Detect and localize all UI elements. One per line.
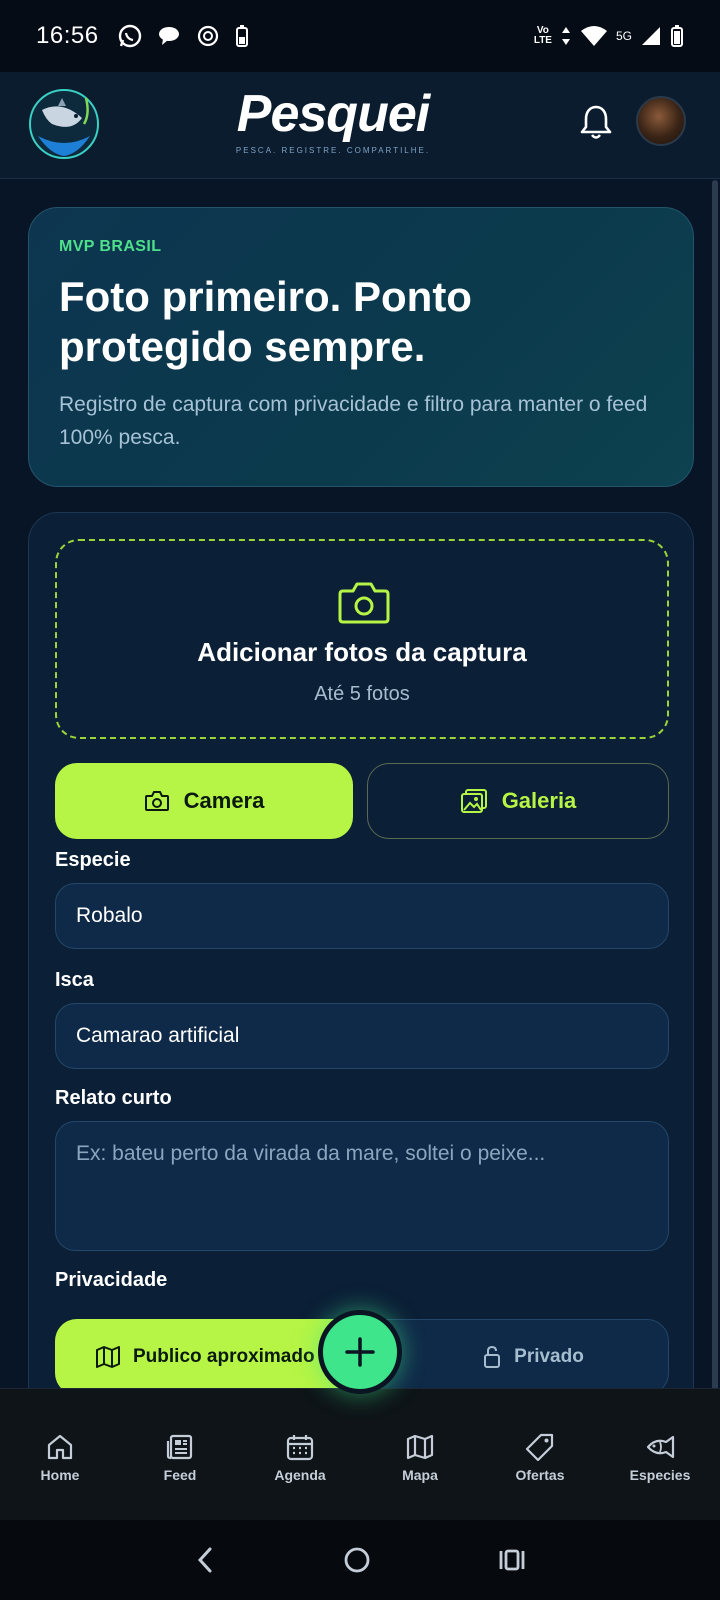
notifications-bell-icon[interactable] xyxy=(578,102,614,142)
nav-label: Especies xyxy=(629,1466,691,1483)
nav-item-mapa[interactable]: Mapa xyxy=(361,1433,479,1483)
camera-button-label: Camera xyxy=(183,788,265,813)
camera-icon xyxy=(144,791,169,811)
volte-indicator: Vo LTE xyxy=(533,25,552,46)
privacy-label: Privacidade xyxy=(55,1269,168,1291)
add-capture-fab[interactable] xyxy=(318,1310,402,1394)
map-icon xyxy=(96,1346,120,1368)
back-icon[interactable] xyxy=(193,1545,217,1575)
brand-name: Pesquei xyxy=(236,85,430,143)
nav-label: Agenda xyxy=(274,1466,326,1483)
fish-icon xyxy=(646,1435,675,1458)
hero-card: MVP BRASIL Foto primeiro. Ponto protegid… xyxy=(28,207,694,487)
app-logo-icon[interactable] xyxy=(28,84,100,164)
chat-icon xyxy=(158,27,179,45)
scrollbar[interactable] xyxy=(712,180,718,1390)
nav-label: Mapa xyxy=(402,1466,438,1483)
camera-button[interactable]: Camera xyxy=(55,763,353,839)
user-avatar[interactable] xyxy=(636,96,686,146)
system-navigation xyxy=(0,1520,720,1600)
lock-icon xyxy=(484,1345,501,1368)
battery-icon xyxy=(671,25,683,47)
privacy-private-label: Privado xyxy=(514,1346,584,1367)
nav-item-agenda[interactable]: Agenda xyxy=(241,1433,359,1483)
app-header: Pesquei PESCA. REGISTRE. COMPARTILHE. xyxy=(0,72,720,179)
hero-title: Foto primeiro. Ponto protegido sempre. xyxy=(59,273,472,370)
brand-tagline: PESCA. REGISTRE. COMPARTILHE. xyxy=(235,146,431,155)
report-label: Relato curto xyxy=(55,1087,172,1109)
recent-apps-icon[interactable] xyxy=(497,1545,527,1575)
map-icon xyxy=(406,1434,434,1459)
status-bar: 16:56 Vo LTE 5G xyxy=(0,0,720,72)
privacy-public-label: Publico aproximado xyxy=(133,1346,315,1367)
camera-icon xyxy=(338,582,390,624)
capture-form-card: Adicionar fotos da captura Até 5 fotos C… xyxy=(28,512,694,1432)
nav-label: Feed xyxy=(163,1466,197,1483)
upload-title: Adicionar fotos da captura xyxy=(197,637,527,667)
notification-icons xyxy=(117,23,249,49)
network-type: 5G xyxy=(615,29,632,43)
battery-saver-icon xyxy=(235,25,248,47)
hero-subtitle: Registro de captura com privacidade e fi… xyxy=(59,393,648,449)
species-label: Especie xyxy=(55,849,131,871)
wifi-icon xyxy=(580,26,607,46)
gallery-button-label: Galeria xyxy=(501,788,577,813)
system-status: Vo LTE 5G xyxy=(534,24,684,48)
nav-item-especies[interactable]: Especies xyxy=(601,1433,719,1483)
feed-icon xyxy=(166,1434,193,1459)
nav-label: Home xyxy=(40,1466,80,1483)
photo-upload-zone[interactable]: Adicionar fotos da captura Até 5 fotos xyxy=(55,539,669,739)
nav-label: Ofertas xyxy=(515,1466,565,1483)
nav-item-home[interactable]: Home xyxy=(1,1433,119,1483)
status-time: 16:56 xyxy=(36,22,99,49)
image-icon xyxy=(460,789,487,813)
signal-icon xyxy=(642,27,660,45)
tag-icon xyxy=(525,1433,554,1461)
openai-icon xyxy=(197,25,218,47)
brand: Pesquei PESCA. REGISTRE. COMPARTILHE. xyxy=(218,86,448,155)
calendar-icon xyxy=(286,1434,314,1460)
bait-field[interactable]: Camarao artificial xyxy=(55,1003,669,1069)
species-field[interactable]: Robalo xyxy=(55,883,669,949)
bottom-nav: Home Feed Agenda Mapa Ofertas Especies xyxy=(0,1388,720,1520)
privacy-private-option[interactable]: Privado xyxy=(357,1319,669,1395)
home-circle-icon[interactable] xyxy=(342,1545,372,1575)
data-arrows-icon xyxy=(561,27,570,45)
report-textarea[interactable]: Ex: bateu perto da virada da mare, solte… xyxy=(55,1121,669,1251)
bait-label: Isca xyxy=(55,969,94,991)
home-icon xyxy=(47,1434,73,1459)
privacy-public-option[interactable]: Publico aproximado xyxy=(55,1319,357,1395)
nav-item-ofertas[interactable]: Ofertas xyxy=(481,1433,599,1483)
gallery-button[interactable]: Galeria xyxy=(367,763,669,839)
plus-icon xyxy=(345,1337,375,1367)
whatsapp-icon xyxy=(118,24,141,48)
hero-eyebrow: MVP BRASIL xyxy=(59,238,162,255)
upload-subtitle: Até 5 fotos xyxy=(314,683,410,705)
nav-item-feed[interactable]: Feed xyxy=(121,1433,239,1483)
